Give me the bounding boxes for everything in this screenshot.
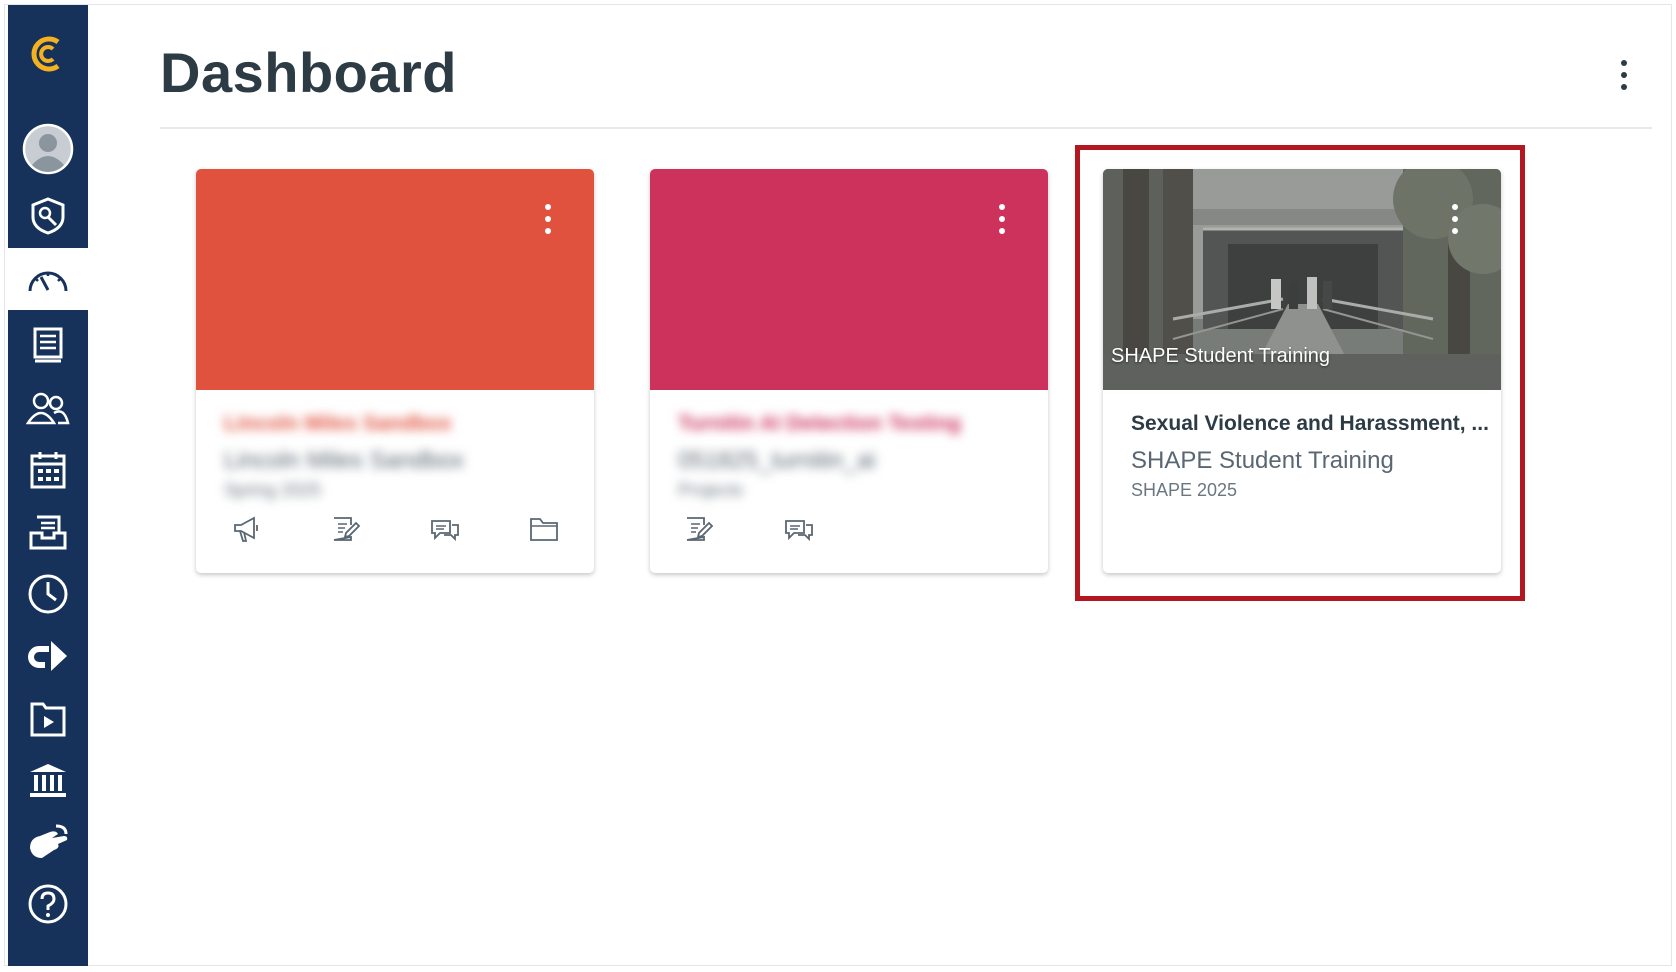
courses-icon[interactable] [8, 315, 88, 377]
card-kebab-icon[interactable] [992, 199, 1012, 239]
page-title: Dashboard [160, 41, 457, 104]
card-subtitle: Lincoln Miles Sandbox [224, 447, 465, 474]
card-kebab-icon[interactable] [538, 199, 558, 239]
course-card[interactable]: SHAPE Student Training Sexual Violence a… [1103, 169, 1501, 573]
card-hero-image[interactable]: SHAPE Student Training [1103, 169, 1501, 390]
handshake-icon[interactable] [8, 811, 88, 873]
assignments-icon[interactable] [684, 514, 714, 544]
card-term: Projects [678, 480, 744, 500]
commons-icon[interactable] [8, 749, 88, 811]
header-divider [160, 127, 1652, 129]
card-title[interactable]: Turnitin AI Detection Testing [678, 412, 961, 436]
calendar-icon[interactable] [8, 439, 88, 501]
hero-image-caption: SHAPE Student Training [1111, 345, 1331, 367]
card-hero[interactable] [650, 169, 1048, 390]
groups-icon[interactable] [8, 377, 88, 439]
card-subtitle: SHAPE Student Training [1131, 447, 1394, 474]
inbox-icon[interactable] [8, 501, 88, 563]
card-hero[interactable] [196, 169, 594, 390]
discussions-icon[interactable] [430, 514, 460, 544]
card-title[interactable]: Sexual Violence and Harassment, ... [1131, 412, 1489, 436]
help-icon[interactable] [8, 873, 88, 935]
announcements-icon[interactable] [232, 514, 262, 544]
assignments-icon[interactable] [331, 514, 361, 544]
history-icon[interactable] [8, 563, 88, 625]
dashboard-icon[interactable] [8, 248, 88, 310]
kebab-icon[interactable] [1606, 50, 1642, 100]
card-title[interactable]: Lincoln Miles Sandbox [224, 412, 452, 436]
card-term: SHAPE 2025 [1131, 480, 1238, 500]
admin-icon[interactable] [8, 185, 88, 247]
discussions-icon[interactable] [784, 514, 814, 544]
account-icon[interactable] [8, 118, 88, 180]
global-navigation [8, 5, 88, 966]
card-subtitle: 051825_turnitin_ai [678, 447, 876, 474]
files-icon[interactable] [529, 514, 559, 544]
card-term: Spring 2025 [224, 480, 322, 500]
course-card[interactable]: Lincoln Miles Sandbox Lincoln Miles Sand… [196, 169, 594, 573]
course-card[interactable]: Turnitin AI Detection Testing 051825_tur… [650, 169, 1048, 573]
card-kebab-icon[interactable] [1445, 199, 1465, 239]
studio-icon[interactable] [8, 687, 88, 749]
logo-icon[interactable] [8, 23, 88, 85]
arrow-icon[interactable] [8, 625, 88, 687]
